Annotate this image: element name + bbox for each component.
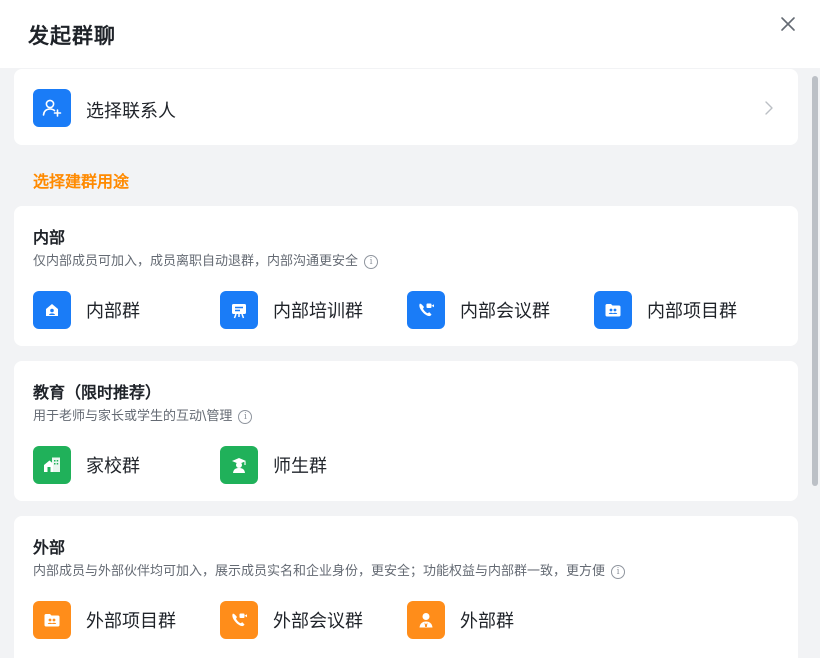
option-internal-training-group[interactable]: 内部培训群 (220, 290, 363, 330)
add-contact-icon (33, 89, 71, 127)
school-house-icon (33, 446, 71, 484)
dialog-title: 发起群聊 (28, 24, 116, 48)
internal-title: 内部 (33, 228, 66, 247)
chevron-right-icon (765, 101, 773, 115)
education-desc-text: 用于老师与家长或学生的互动\管理 (33, 409, 233, 424)
education-title: 教育（限时推荐） (33, 383, 162, 402)
video-phone-icon (407, 291, 445, 329)
external-desc-text: 内部成员与外部伙伴均可加入，展示成员实名和企业身份，更安全；功能权益与内部群一致… (33, 564, 606, 579)
education-group-card: 教育（限时推荐） 用于老师与家长或学生的互动\管理 i 家校群 师生群 (14, 361, 798, 501)
internal-desc-text: 仅内部成员可加入，成员离职自动退群，内部沟通更安全 (33, 254, 359, 269)
start-group-chat-dialog: 发起群聊 选择联系人 选择建群用途 内部 仅内部成员可加入，成员离职自动退群，内… (0, 0, 820, 658)
option-teacher-student-group[interactable]: 师生群 (220, 445, 327, 485)
internal-group-card: 内部 仅内部成员可加入，成员离职自动退群，内部沟通更安全 i 内部群 内部培训群 … (14, 206, 798, 346)
option-external-meeting-group[interactable]: 外部会议群 (220, 600, 363, 640)
purpose-section-title: 选择建群用途 (33, 172, 130, 191)
project-folder-icon (594, 291, 632, 329)
option-label: 外部项目群 (86, 611, 176, 632)
option-label: 家校群 (86, 456, 140, 477)
external-desc: 内部成员与外部伙伴均可加入，展示成员实名和企业身份，更安全；功能权益与内部群一致… (33, 560, 626, 579)
option-label: 内部群 (86, 301, 140, 322)
info-icon[interactable]: i (611, 565, 626, 579)
option-internal-group[interactable]: 内部群 (33, 290, 140, 330)
option-label: 外部群 (460, 611, 514, 632)
info-icon[interactable]: i (364, 255, 379, 269)
dialog-body: 选择联系人 选择建群用途 内部 仅内部成员可加入，成员离职自动退群，内部沟通更安… (0, 68, 820, 658)
external-group-card: 外部 内部成员与外部伙伴均可加入，展示成员实名和企业身份，更安全；功能权益与内部… (14, 516, 798, 658)
select-contacts-label: 选择联系人 (86, 101, 176, 122)
education-desc: 用于老师与家长或学生的互动\管理 i (33, 405, 253, 424)
option-home-school-group[interactable]: 家校群 (33, 445, 140, 485)
internal-desc: 仅内部成员可加入，成员离职自动退群，内部沟通更安全 i (33, 250, 379, 269)
person-badge-icon (407, 601, 445, 639)
option-label: 外部会议群 (273, 611, 363, 632)
training-board-icon (220, 291, 258, 329)
option-label: 内部项目群 (647, 301, 737, 322)
graduate-icon (220, 446, 258, 484)
option-external-project-group[interactable]: 外部项目群 (33, 600, 176, 640)
video-phone-icon (220, 601, 258, 639)
info-icon[interactable]: i (238, 410, 253, 424)
external-title: 外部 (33, 538, 66, 557)
option-internal-meeting-group[interactable]: 内部会议群 (407, 290, 550, 330)
option-label: 内部会议群 (460, 301, 550, 322)
vertical-scrollbar[interactable] (812, 76, 818, 486)
building-icon (33, 291, 71, 329)
option-label: 师生群 (273, 456, 327, 477)
project-folder-icon (33, 601, 71, 639)
option-label: 内部培训群 (273, 301, 363, 322)
select-contacts-row[interactable]: 选择联系人 (14, 69, 798, 145)
close-button[interactable] (774, 10, 802, 38)
close-icon (781, 17, 795, 31)
option-internal-project-group[interactable]: 内部项目群 (594, 290, 737, 330)
dialog-header: 发起群聊 (0, 0, 820, 68)
option-external-group[interactable]: 外部群 (407, 600, 514, 640)
